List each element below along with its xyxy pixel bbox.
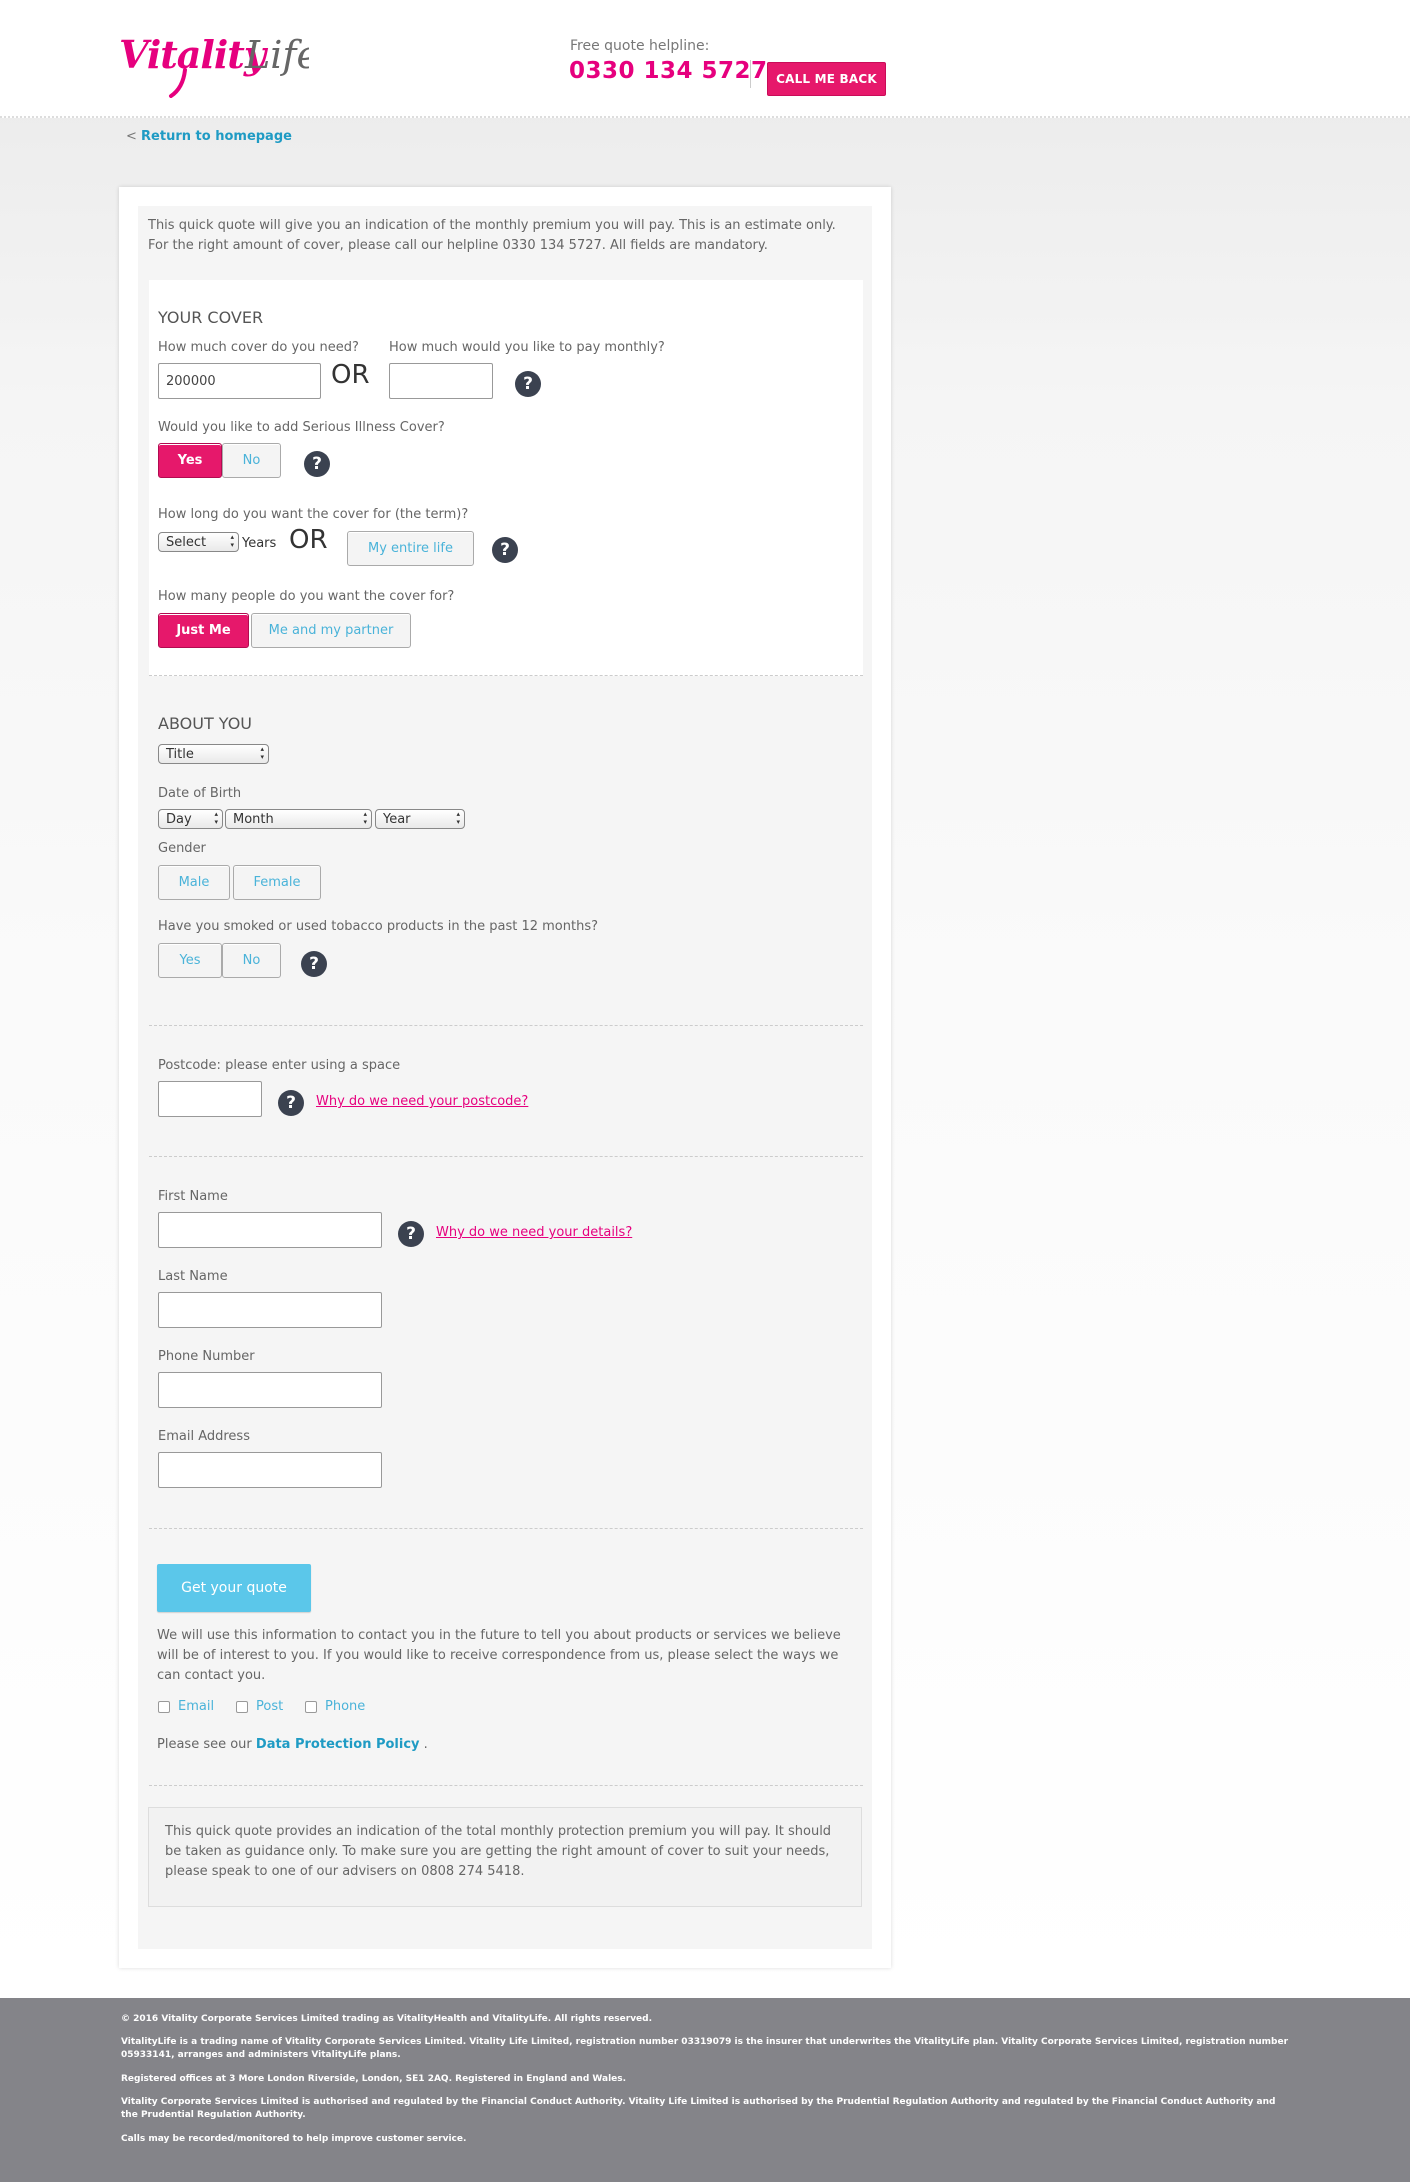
footer-registered-office: Registered offices at 3 More London Rive…	[121, 2074, 627, 2084]
help-icon[interactable]: ?	[278, 1090, 304, 1116]
footer-calls-recorded: Calls may be recorded/monitored to help …	[121, 2134, 467, 2144]
last-name-input[interactable]	[158, 1292, 382, 1328]
site-header: Vitality Life Free quote helpline: 0330 …	[0, 0, 1410, 118]
first-name-input[interactable]	[158, 1212, 382, 1248]
serious-illness-no-button[interactable]: No	[222, 443, 281, 478]
phone-input[interactable]	[158, 1372, 382, 1408]
header-divider	[750, 60, 751, 88]
section-divider	[149, 1528, 863, 1529]
first-name-label: First Name	[158, 1189, 228, 1204]
post-optin-label[interactable]: Post	[256, 1699, 283, 1714]
smoker-yes-button[interactable]: Yes	[158, 943, 222, 978]
dob-day-select[interactable]: Day	[158, 809, 223, 829]
site-footer: © 2016 Vitality Corporate Services Limit…	[0, 1998, 1410, 2182]
smoker-no-button[interactable]: No	[222, 943, 281, 978]
phone-optin-checkbox[interactable]	[305, 1701, 317, 1713]
monthly-premium-input[interactable]	[389, 363, 493, 399]
or-divider-text: OR	[331, 360, 370, 390]
serious-illness-yes-button[interactable]: Yes	[158, 443, 222, 478]
email-optin-checkbox[interactable]	[158, 1701, 170, 1713]
why-details-link[interactable]: Why do we need your details?	[436, 1225, 632, 1240]
section-divider	[149, 1156, 863, 1157]
or-divider-text: OR	[289, 525, 328, 555]
phone-optin-label[interactable]: Phone	[325, 1699, 365, 1714]
email-label: Email Address	[158, 1429, 250, 1444]
dob-year-select[interactable]: Year	[375, 809, 465, 829]
post-optin-checkbox[interactable]	[236, 1701, 248, 1713]
dpp-suffix: .	[423, 1737, 428, 1752]
quote-form: This quick quote will give you an indica…	[138, 206, 872, 1949]
cover-amount-label: How much cover do you need?	[158, 340, 359, 355]
help-icon[interactable]: ?	[492, 537, 518, 563]
helpline-number[interactable]: 0330 134 5727	[569, 58, 768, 84]
term-label: How long do you want the cover for (the …	[158, 507, 469, 522]
quote-disclaimer: This quick quote provides an indication …	[148, 1807, 862, 1907]
postcode-label: Postcode: please enter using a space	[158, 1058, 401, 1073]
svg-text:Life: Life	[244, 33, 309, 77]
title-select[interactable]: Title	[158, 744, 269, 764]
get-your-quote-button[interactable]: Get your quote	[157, 1564, 311, 1612]
just-me-button[interactable]: Just Me	[158, 613, 249, 648]
your-cover-heading: YOUR COVER	[158, 308, 264, 327]
cover-amount-input[interactable]: 200000	[158, 363, 321, 399]
back-chevron-icon: <	[126, 129, 137, 144]
entire-life-button[interactable]: My entire life	[347, 531, 474, 566]
help-icon[interactable]: ?	[398, 1221, 424, 1247]
section-divider	[149, 1025, 863, 1026]
marketing-consent-text: We will use this information to contact …	[157, 1628, 841, 1683]
footer-regulation: Vitality Corporate Services Limited is a…	[121, 2097, 1276, 2120]
why-postcode-link[interactable]: Why do we need your postcode?	[316, 1094, 528, 1109]
vitalitylife-logo[interactable]: Vitality Life	[119, 26, 319, 98]
serious-illness-label: Would you like to add Serious Illness Co…	[158, 420, 445, 435]
term-years-label: Years	[242, 536, 277, 551]
return-to-homepage-link[interactable]: Return to homepage	[141, 129, 292, 144]
smoker-label: Have you smoked or used tobacco products…	[158, 919, 599, 934]
quote-form-card: This quick quote will give you an indica…	[119, 187, 891, 1968]
data-protection-policy-link[interactable]: Data Protection Policy	[256, 1737, 420, 1752]
help-icon[interactable]: ?	[301, 951, 327, 977]
email-optin-label[interactable]: Email	[178, 1699, 214, 1714]
phone-label: Phone Number	[158, 1349, 255, 1364]
people-label: How many people do you want the cover fo…	[158, 589, 455, 604]
dob-month-select[interactable]: Month	[225, 809, 372, 829]
help-icon[interactable]: ?	[515, 371, 541, 397]
monthly-premium-label: How much would you like to pay monthly?	[389, 340, 665, 355]
help-icon[interactable]: ?	[304, 451, 330, 477]
helpline-label: Free quote helpline:	[570, 38, 710, 54]
footer-trading-info: VitalityLife is a trading name of Vitali…	[121, 2037, 1289, 2060]
gender-male-button[interactable]: Male	[158, 865, 230, 900]
footer-copyright: © 2016 Vitality Corporate Services Limit…	[121, 2014, 653, 2024]
your-cover-section: YOUR COVER How much cover do you need? 2…	[149, 280, 863, 676]
breadcrumb: < Return to homepage	[126, 129, 292, 144]
term-select[interactable]: Select	[158, 532, 239, 552]
dpp-prefix: Please see our	[157, 1737, 252, 1752]
last-name-label: Last Name	[158, 1269, 228, 1284]
about-you-heading: ABOUT YOU	[158, 714, 253, 733]
me-and-partner-button[interactable]: Me and my partner	[251, 613, 411, 648]
call-me-back-button[interactable]: CALL ME BACK	[767, 62, 886, 96]
email-input[interactable]	[158, 1452, 382, 1488]
dob-label: Date of Birth	[158, 786, 242, 801]
gender-label: Gender	[158, 841, 206, 856]
intro-text: This quick quote will give you an indica…	[148, 218, 836, 253]
gender-female-button[interactable]: Female	[233, 865, 321, 900]
data-protection-note: Please see our Data Protection Policy .	[157, 1737, 428, 1752]
postcode-input[interactable]	[158, 1081, 262, 1117]
section-divider	[149, 1785, 863, 1786]
